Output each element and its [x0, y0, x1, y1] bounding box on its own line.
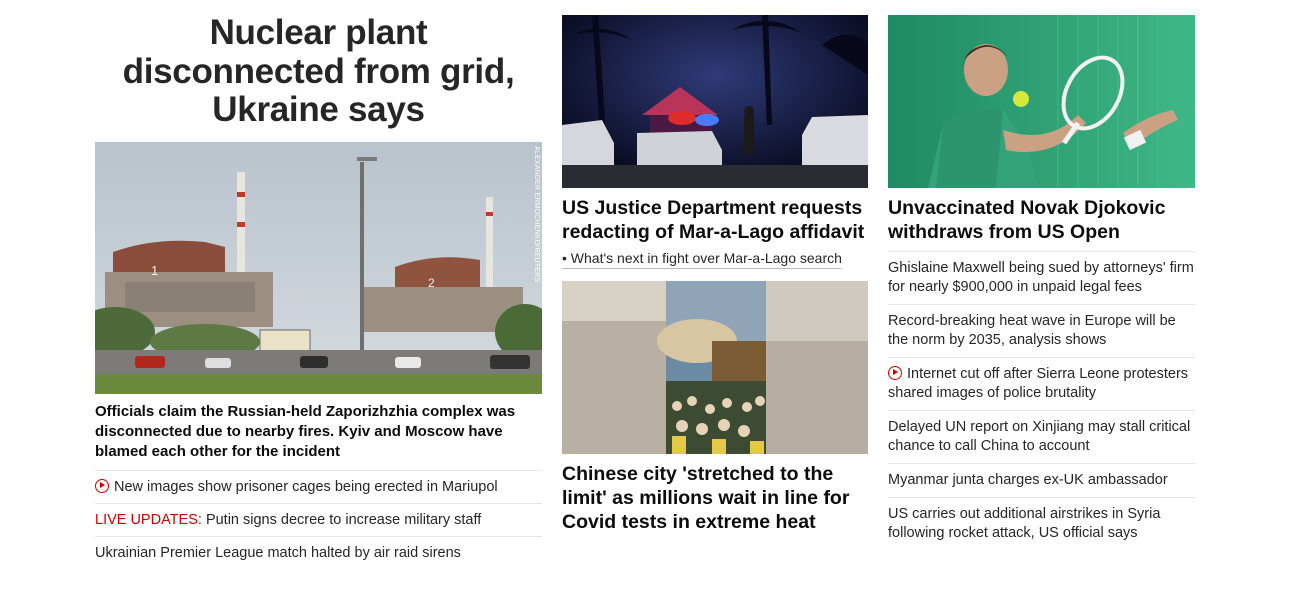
list-item[interactable]: LIVE UPDATES: Putin signs decree to incr… — [95, 502, 542, 536]
live-updates-label: LIVE UPDATES: — [95, 511, 202, 528]
covid-tests-headline[interactable]: Chinese city 'stretched to the limit' as… — [562, 462, 868, 534]
play-circle-icon — [888, 366, 902, 380]
right-related-links: Ghislaine Maxwell being sued by attorney… — [888, 251, 1195, 550]
right-column: Unvaccinated Novak Djokovic withdraws fr… — [888, 0, 1195, 550]
mar-a-lago-headline[interactable]: US Justice Department requests redacting… — [562, 196, 868, 244]
play-circle-icon — [95, 478, 109, 493]
list-item[interactable]: Ukrainian Premier League match halted by… — [95, 535, 542, 569]
photo-credit: ALEXANDER ERMOCHENKO/REUTERS — [533, 145, 540, 282]
middle-column: US Justice Department requests redacting… — [562, 0, 868, 534]
nuclear-plant-image[interactable]: 1 2 ALEXANDER ERMOCHENKO/REUTERS — [95, 141, 542, 394]
hero-summary[interactable]: Officials claim the Russian-held Zaporiz… — [95, 402, 542, 462]
list-item[interactable]: New images show prisoner cages being ere… — [95, 469, 542, 503]
hero-headline[interactable]: Nuclear plant disconnected from grid, Uk… — [95, 13, 542, 130]
djokovic-headline[interactable]: Unvaccinated Novak Djokovic withdraws fr… — [888, 196, 1195, 244]
list-item[interactable]: US carries out additional airstrikes in … — [888, 497, 1195, 550]
mar-a-lago-image[interactable] — [562, 15, 868, 188]
list-item[interactable]: Delayed UN report on Xinjiang may stall … — [888, 410, 1195, 463]
svg-text:2: 2 — [428, 276, 435, 290]
hero-related-links: New images show prisoner cages being ere… — [95, 469, 542, 569]
svg-text:1: 1 — [151, 263, 158, 278]
list-item[interactable]: Record-breaking heat wave in Europe will… — [888, 304, 1195, 357]
hero-story: Nuclear plant disconnected from grid, Uk… — [95, 0, 542, 569]
djokovic-image[interactable] — [888, 15, 1195, 188]
mar-a-lago-related-link[interactable]: • What's next in fight over Mar-a-Lago s… — [562, 249, 842, 269]
list-item[interactable]: Ghislaine Maxwell being sued by attorney… — [888, 251, 1195, 304]
covid-testing-video-image[interactable] — [562, 281, 868, 454]
list-item[interactable]: Myanmar junta charges ex-UK ambassador — [888, 463, 1195, 497]
list-item[interactable]: Internet cut off after Sierra Leone prot… — [888, 357, 1195, 410]
